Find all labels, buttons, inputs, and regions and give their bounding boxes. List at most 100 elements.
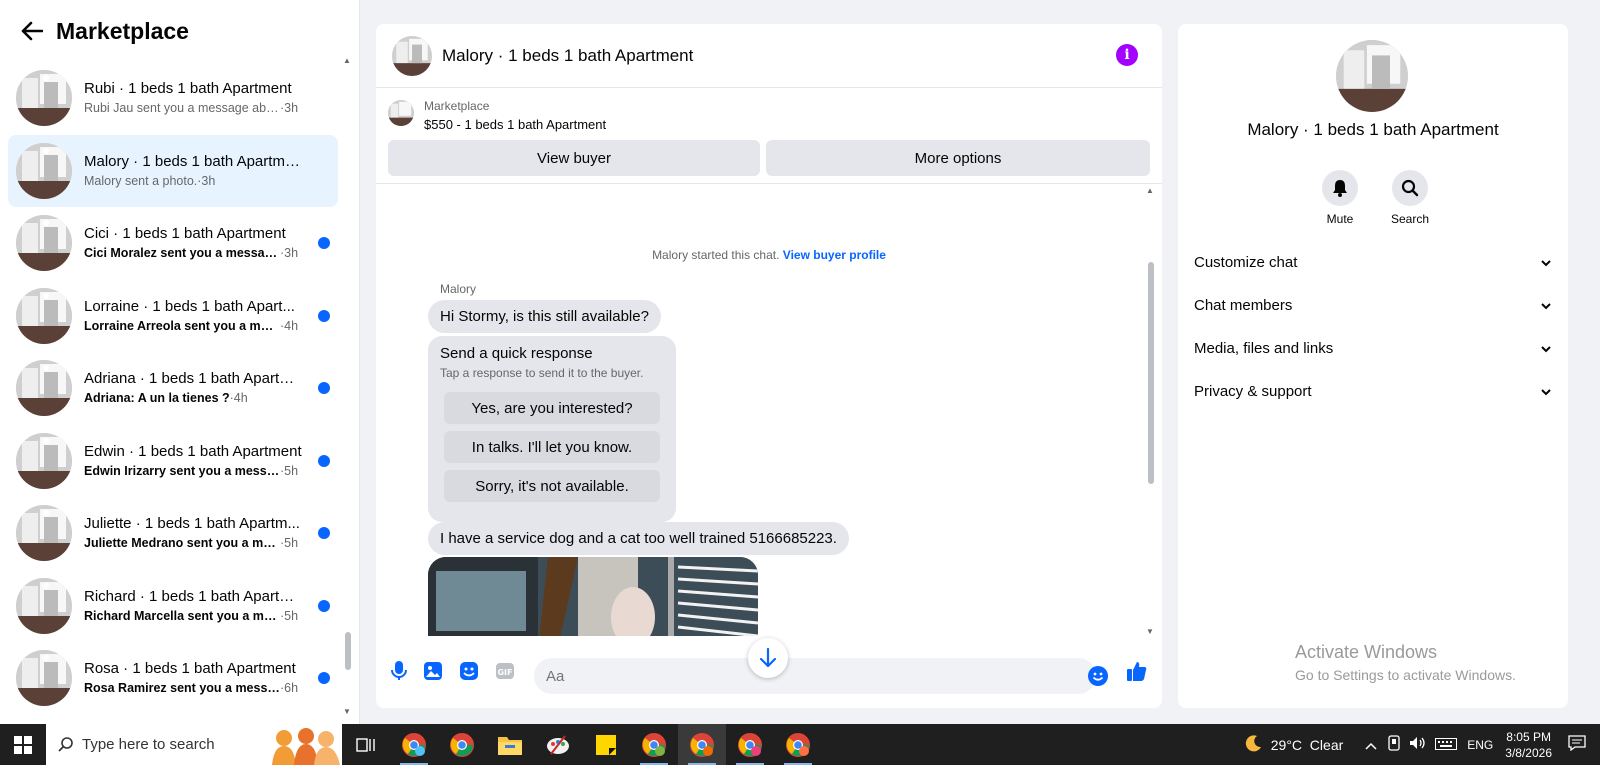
more-options-button[interactable]: More options xyxy=(766,140,1150,176)
chrome-profile-icon[interactable] xyxy=(678,724,726,765)
listing-price[interactable]: $550 - 1 beds 1 bath Apartment xyxy=(424,117,606,132)
windows-start-icon[interactable] xyxy=(0,724,46,765)
chat-started-note: Malory started this chat. View buyer pro… xyxy=(652,248,886,262)
microphone-icon[interactable] xyxy=(388,660,410,682)
windows-taskbar: Type here to search 29°C Clear ENG 8:05 … xyxy=(0,724,1600,765)
view-buyer-profile-link[interactable]: View buyer profile xyxy=(783,248,886,262)
chrome-profile-icon[interactable] xyxy=(630,724,678,765)
conversation-time: ·5h xyxy=(280,463,299,478)
info-icon[interactable]: i xyxy=(1116,44,1138,66)
scroll-down-button[interactable] xyxy=(748,638,788,678)
conversation-avatar xyxy=(16,505,72,561)
mute-action[interactable]: Mute xyxy=(1310,170,1370,226)
chevron-down-icon xyxy=(1540,254,1552,271)
chat-details-panel: Malory · 1 beds 1 bath Apartment Mute Se… xyxy=(1178,24,1568,708)
chat-panel: Malory · 1 beds 1 bath Apartment i Marke… xyxy=(376,24,1162,708)
photo-icon[interactable] xyxy=(422,660,444,682)
language-indicator[interactable]: ENG xyxy=(1467,738,1493,752)
chat-title: Malory · 1 beds 1 bath Apartment xyxy=(442,45,694,65)
conversation-time: ·4h xyxy=(280,318,299,333)
gif-icon[interactable]: GIF xyxy=(494,660,516,682)
sticky-notes-icon[interactable] xyxy=(582,724,630,765)
unread-dot xyxy=(318,599,330,612)
conversation-item[interactable]: Rosa · 1 beds 1 bath Apartment Rosa Ramir… xyxy=(8,642,338,714)
sidebar-title: Marketplace xyxy=(56,17,189,44)
conversation-time: ·3h xyxy=(280,246,299,260)
conversation-snippet: Cici Moralez sent you a messag... ·3h xyxy=(84,246,299,260)
weather-moon-icon[interactable] xyxy=(1245,734,1263,755)
conversation-title: Cici · 1 beds 1 bath Apartment xyxy=(84,225,286,242)
notifications-icon[interactable] xyxy=(1568,735,1586,754)
details-title: Malory · 1 beds 1 bath Apartment xyxy=(1247,120,1499,139)
bell-icon[interactable] xyxy=(1322,170,1358,206)
conversation-title: Juliette · 1 beds 1 bath Apartm... xyxy=(84,515,300,532)
section-customize-chat[interactable]: Customize chat xyxy=(1194,250,1552,274)
message-bubble[interactable]: I have a service dog and a cat too well … xyxy=(428,522,849,555)
conversation-avatar xyxy=(16,142,72,199)
sidebar-header: Marketplace xyxy=(0,0,359,62)
conversation-avatar xyxy=(16,70,72,126)
chevron-up-icon[interactable] xyxy=(1365,737,1377,753)
details-avatar[interactable] xyxy=(1336,40,1408,112)
section-media-files-links[interactable]: Media, files and links xyxy=(1194,336,1552,360)
search-label: Search xyxy=(1390,212,1430,226)
task-view-icon[interactable] xyxy=(342,724,390,765)
quick-response-option[interactable]: Sorry, it's not available. xyxy=(444,470,660,502)
conversation-avatar xyxy=(16,215,72,271)
meet-now-icon[interactable] xyxy=(1387,735,1401,754)
taskbar-clock[interactable]: 8:05 PM 3/8/2026 xyxy=(1505,729,1552,761)
chat-header: Malory · 1 beds 1 bath Apartment i xyxy=(376,24,1162,88)
quick-response-option[interactable]: In talks. I'll let you know. xyxy=(444,431,660,463)
message-composer: GIF xyxy=(376,636,1162,708)
conversation-time: ·4h xyxy=(229,391,248,405)
conversation-title: Richard · 1 beds 1 bath Apartm... xyxy=(84,587,304,605)
volume-icon[interactable] xyxy=(1409,736,1427,753)
chrome-profile-icon[interactable] xyxy=(726,724,774,765)
conversation-avatar xyxy=(16,360,72,416)
sticker-icon[interactable] xyxy=(458,660,480,682)
conversation-title: Rosa · 1 beds 1 bath Apartment xyxy=(84,660,296,677)
conversation-item[interactable]: Edwin · 1 beds 1 bath Apartment Edwin Iri… xyxy=(8,425,338,497)
chrome-profile-icon[interactable] xyxy=(390,724,438,765)
listing-thumbnail[interactable] xyxy=(388,100,414,126)
message-bubble[interactable]: Hi Stormy, is this still available? xyxy=(428,300,661,333)
back-arrow-icon[interactable] xyxy=(18,17,46,45)
search-icon[interactable] xyxy=(1392,170,1428,206)
conversation-item[interactable]: Lorraine · 1 beds 1 bath Apart... Lorrain… xyxy=(8,280,338,352)
weather-text[interactable]: 29°C Clear xyxy=(1271,737,1344,753)
conversation-item[interactable]: Richard · 1 beds 1 bath Apartm... Richard… xyxy=(8,570,338,642)
conversation-item[interactable]: Adriana · 1 beds 1 bath Apartm... Adriana… xyxy=(8,352,338,424)
emoji-icon[interactable] xyxy=(1088,666,1108,686)
chrome-profile-icon[interactable] xyxy=(774,724,822,765)
conversation-time: ·6h xyxy=(280,681,299,695)
conversation-item[interactable]: Cici · 1 beds 1 bath Apartment Cici Moral… xyxy=(8,207,338,279)
people-illustration-icon xyxy=(272,728,340,765)
svg-text:GIF: GIF xyxy=(497,668,512,677)
paint-app-icon[interactable] xyxy=(534,724,582,765)
chrome-icon[interactable] xyxy=(438,724,486,765)
chevron-down-icon xyxy=(1540,297,1552,314)
mute-label: Mute xyxy=(1326,212,1354,226)
thread-scrollbar[interactable]: ▲ ▼ xyxy=(1146,186,1156,636)
search-action[interactable]: Search xyxy=(1380,170,1440,226)
sidebar-scrollbar[interactable]: ▲ ▼ xyxy=(343,56,353,716)
taskbar-search-box[interactable]: Type here to search xyxy=(46,724,342,765)
chat-avatar[interactable] xyxy=(392,35,432,76)
conversation-sidebar: Marketplace Rubi · 1 beds 1 bath Apartme… xyxy=(0,0,360,724)
file-explorer-icon[interactable] xyxy=(486,724,534,765)
conversation-item[interactable]: Malory · 1 beds 1 bath Apartment Malory s… xyxy=(8,134,338,207)
conversation-title: Adriana · 1 beds 1 bath Apartm... xyxy=(84,370,304,387)
conversation-snippet: Malory sent a photo. ·3h xyxy=(84,173,216,188)
keyboard-icon[interactable] xyxy=(1435,737,1458,753)
quick-response-option[interactable]: Yes, are you interested? xyxy=(444,392,660,424)
conversation-snippet: Richard Marcella sent you a mes... ·5h xyxy=(84,608,299,623)
message-photo[interactable] xyxy=(428,557,758,636)
thumbs-up-icon[interactable] xyxy=(1126,660,1148,682)
unread-dot xyxy=(318,454,330,467)
section-chat-members[interactable]: Chat members xyxy=(1194,293,1552,317)
conversation-item[interactable]: Rubi · 1 beds 1 bath Apartment Rubi Jau s… xyxy=(8,62,338,134)
conversation-item[interactable]: Juliette · 1 beds 1 bath Apartm... Juliet… xyxy=(8,497,338,569)
section-privacy-support[interactable]: Privacy & support xyxy=(1194,379,1552,403)
view-buyer-button[interactable]: View buyer xyxy=(388,140,760,176)
message-input[interactable] xyxy=(534,658,1096,694)
